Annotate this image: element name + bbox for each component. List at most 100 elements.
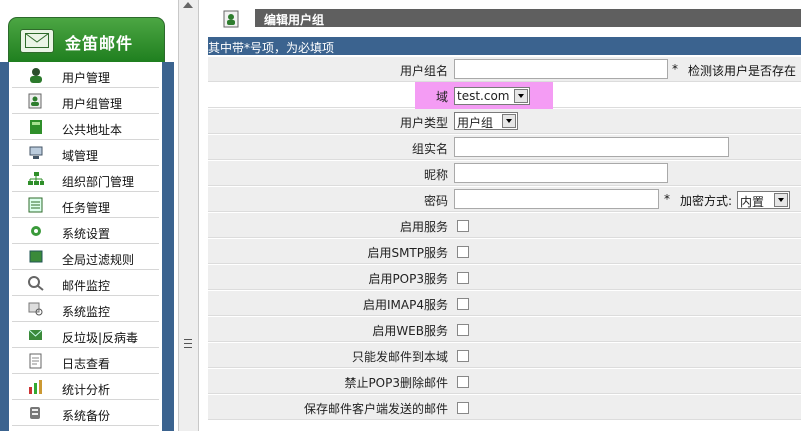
check-exists-link[interactable]: 检测该用户是否存在 <box>688 62 796 79</box>
user-type-select-value: 用户组 <box>457 116 494 130</box>
service-option-checkbox[interactable] <box>457 324 469 336</box>
antispam-icon <box>27 327 45 343</box>
chart-icon <box>27 379 45 395</box>
chevron-down-icon[interactable] <box>514 89 528 103</box>
sidebar-item-label: 任务管理 <box>62 201 111 215</box>
mail-envelope-icon <box>20 29 54 53</box>
domain-icon <box>27 145 45 161</box>
sidebar-item-log[interactable]: 日志查看 <box>12 350 159 374</box>
service-option-checkbox[interactable] <box>457 402 469 414</box>
sidebar-item-label: 日志查看 <box>62 357 111 371</box>
password-input[interactable] <box>454 189 659 209</box>
page-title-bar: 编辑用户组 <box>255 9 801 27</box>
sidebar-item-label: 组织部门管理 <box>62 175 135 189</box>
nickname-label: 昵称 <box>423 168 448 182</box>
real-name-row: 组实名 <box>208 135 801 160</box>
pane-splitter[interactable] <box>178 0 199 431</box>
encrypt-label: 加密方式: <box>680 194 733 208</box>
log-icon <box>27 353 45 369</box>
encrypt-select-value: 内置 <box>740 195 765 209</box>
sidebar-item-user[interactable]: 用户管理 <box>12 64 159 88</box>
service-option-label: 启用POP3服务 <box>368 272 448 286</box>
user-type-select[interactable]: 用户组 <box>454 112 518 130</box>
sidebar-item-gear[interactable]: 系统设置 <box>12 220 159 244</box>
sidebar-item-chart[interactable]: 统计分析 <box>12 376 159 400</box>
service-option-row: 启用服务 <box>208 213 801 238</box>
service-option-row: 启用POP3服务 <box>208 265 801 290</box>
sidebar-item-label: 域管理 <box>62 149 99 163</box>
task-icon <box>27 197 45 213</box>
notice-text: 其中带*号项，为必填项 <box>208 41 335 55</box>
service-option-checkbox[interactable] <box>457 376 469 388</box>
sidebar-item-label: 用户管理 <box>62 71 111 85</box>
real-name-label: 组实名 <box>411 142 448 156</box>
required-mark: * <box>664 192 670 206</box>
user-type-label: 用户类型 <box>399 116 448 130</box>
domain-select[interactable]: test.com <box>454 87 530 105</box>
app-logo: 金笛邮件 <box>8 17 165 62</box>
sidebar-item-address-book[interactable]: 公共地址本 <box>12 116 159 140</box>
service-option-label: 启用SMTP服务 <box>367 246 448 260</box>
password-row: 密码 * 加密方式: 内置 <box>208 187 801 212</box>
service-option-checkbox[interactable] <box>457 298 469 310</box>
service-option-row: 启用IMAP4服务 <box>208 291 801 316</box>
service-option-row: 只能发邮件到本域 <box>208 343 801 368</box>
system-monitor-icon <box>27 301 45 317</box>
sidebar-item-filter[interactable]: 全局过滤规则 <box>12 246 159 270</box>
org-chart-icon <box>27 171 45 187</box>
password-label: 密码 <box>423 194 448 208</box>
sidebar-item-mail-monitor[interactable]: 邮件监控 <box>12 272 159 296</box>
sidebar-item-label: 邮件监控 <box>62 279 111 293</box>
group-name-row: 用户组名 * 检测该用户是否存在 <box>208 57 801 82</box>
nickname-input[interactable] <box>454 163 668 183</box>
domain-select-value: test.com <box>457 89 510 103</box>
domain-label: 域 <box>435 90 448 104</box>
chevron-down-icon[interactable] <box>774 193 788 207</box>
splitter-grip-icon[interactable] <box>184 339 192 348</box>
sidebar-item-task[interactable]: 任务管理 <box>12 194 159 218</box>
sidebar-item-domain[interactable]: 域管理 <box>12 142 159 166</box>
service-option-checkbox[interactable] <box>457 350 469 362</box>
required-mark: * <box>672 62 678 76</box>
gear-icon <box>27 223 45 239</box>
service-option-label: 启用服务 <box>399 220 448 234</box>
service-option-label: 保存邮件客户端发送的邮件 <box>303 402 448 416</box>
chevron-down-icon[interactable] <box>502 114 516 128</box>
service-option-checkbox[interactable] <box>457 220 469 232</box>
required-fields-notice: 其中带*号项，为必填项 <box>208 37 801 55</box>
service-option-label: 启用IMAP4服务 <box>363 298 448 312</box>
sidebar-item-label: 统计分析 <box>62 383 111 397</box>
group-name-label: 用户组名 <box>399 64 448 78</box>
service-option-row: 启用WEB服务 <box>208 317 801 342</box>
service-option-label: 禁止POP3删除邮件 <box>344 376 448 390</box>
domain-row: 域 test.com <box>208 82 801 111</box>
service-option-checkbox[interactable] <box>457 272 469 284</box>
service-option-row: 保存邮件客户端发送的邮件 <box>208 395 801 420</box>
sidebar-item-user-group[interactable]: 用户组管理 <box>12 90 159 114</box>
encrypt-select[interactable]: 内置 <box>737 191 790 209</box>
scroll-up-arrow-icon[interactable] <box>183 2 193 8</box>
sidebar-item-label: 系统监控 <box>62 305 111 319</box>
user-group-icon <box>223 10 239 28</box>
app-logo-text: 金笛邮件 <box>65 34 134 53</box>
address-book-icon <box>27 119 45 135</box>
group-name-input[interactable] <box>454 59 668 79</box>
mail-monitor-icon <box>27 275 45 291</box>
service-option-row: 禁止POP3删除邮件 <box>208 369 801 394</box>
sidebar-item-org-chart[interactable]: 组织部门管理 <box>12 168 159 192</box>
sidebar-item-label: 反垃圾|反病毒 <box>62 331 139 345</box>
sidebar-item-label: 系统设置 <box>62 227 111 241</box>
service-option-row: 启用SMTP服务 <box>208 239 801 264</box>
edit-group-form: 用户组名 * 检测该用户是否存在 域 test.com 用户类型 用户组 组实名… <box>208 57 801 421</box>
page-header: 编辑用户组 <box>208 9 801 28</box>
sidebar-item-backup[interactable]: 系统备份 <box>12 402 159 426</box>
sidebar-item-system-monitor[interactable]: 系统监控 <box>12 298 159 322</box>
filter-icon <box>27 249 45 265</box>
sidebar-item-antispam[interactable]: 反垃圾|反病毒 <box>12 324 159 348</box>
real-name-input[interactable] <box>454 137 729 157</box>
service-option-label: 启用WEB服务 <box>372 324 448 338</box>
user-icon <box>27 67 45 83</box>
service-option-checkbox[interactable] <box>457 246 469 258</box>
main-content: 编辑用户组 其中带*号项，为必填项 用户组名 * 检测该用户是否存在 域 tes… <box>208 0 801 431</box>
backup-icon <box>27 405 45 421</box>
